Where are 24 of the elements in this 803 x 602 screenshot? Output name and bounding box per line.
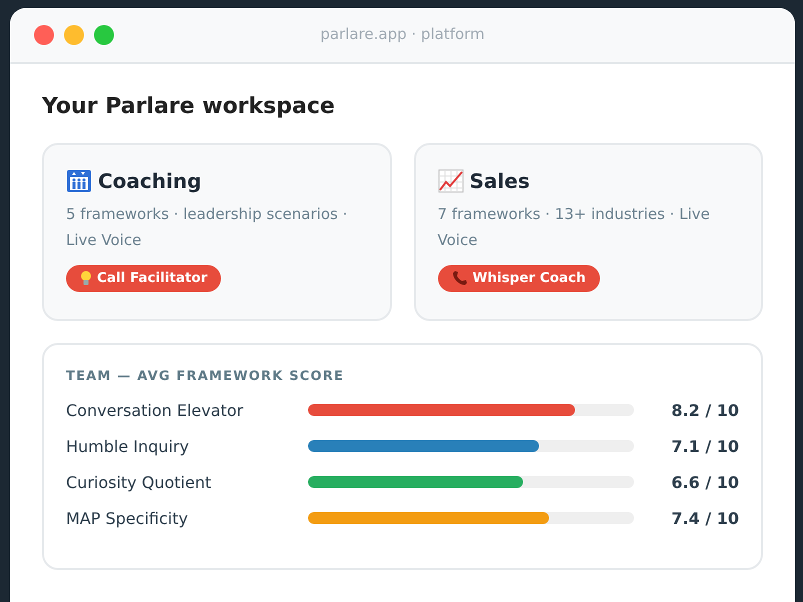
card-title: Coaching — [98, 169, 202, 193]
card-description: 5 frameworks · leadership scenarios · Live Voice — [66, 204, 348, 251]
framework-name: MAP Specificity — [66, 508, 189, 528]
card-title: Sales — [470, 169, 530, 193]
action-button[interactable]: Whisper Coach — [438, 265, 600, 292]
score-value: 7.4 / 10 — [670, 508, 739, 528]
light-bulb-icon — [80, 270, 92, 286]
score-value: 8.2 / 10 — [670, 400, 739, 420]
framework-name: Conversation Elevator — [66, 400, 244, 420]
framework-name: Curiosity Quotient — [66, 472, 212, 492]
chart-icon — [438, 169, 464, 193]
page-heading: Your Parlare workspace — [42, 94, 336, 119]
card-description: 7 frameworks · 13+ industries · Live Voice — [438, 204, 711, 251]
close-button[interactable] — [34, 25, 54, 45]
window-title: parlare.app · platform — [320, 25, 485, 43]
framework-name: Humble Inquiry — [66, 436, 190, 456]
maximize-button[interactable] — [94, 25, 114, 45]
elevator-icon — [66, 169, 92, 193]
phone-icon — [452, 270, 468, 286]
minimize-button[interactable] — [64, 25, 84, 45]
section-title: TEAM — AVG FRAMEWORK SCORE — [66, 369, 346, 384]
action-button[interactable]: Call Facilitator — [66, 265, 222, 292]
score-value: 7.1 / 10 — [670, 436, 739, 456]
score-value: 6.6 / 10 — [670, 472, 739, 492]
